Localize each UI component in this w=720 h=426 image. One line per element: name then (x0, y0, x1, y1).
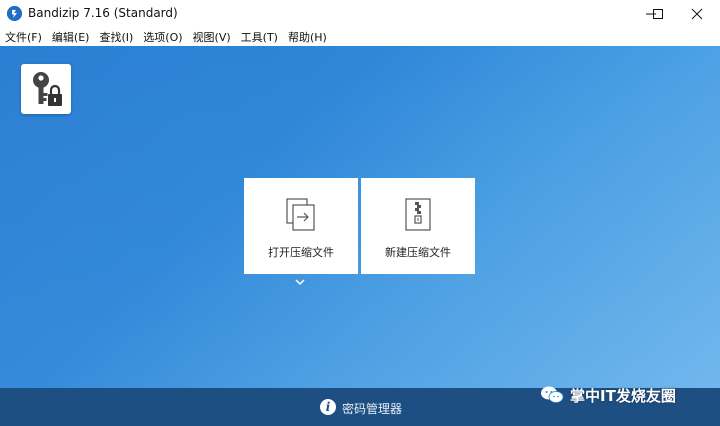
chevron-down-icon[interactable] (294, 278, 306, 286)
open-archive-tile[interactable]: 打开压缩文件 (244, 178, 358, 274)
menu-file[interactable]: 文件(F) (5, 29, 42, 45)
menu-tools[interactable]: 工具(T) (241, 29, 278, 45)
password-manager-link[interactable]: 密码管理器 (342, 400, 402, 417)
close-icon (691, 8, 703, 19)
password-manager-button[interactable] (21, 64, 71, 114)
menu-options[interactable]: 选项(O) (143, 29, 182, 45)
info-icon: i (320, 399, 336, 415)
main-area: 打开压缩文件 新建压缩文件 (0, 46, 720, 388)
watermark: 掌中IT发烧友圈 (540, 384, 676, 406)
wechat-icon (541, 386, 564, 403)
menu-help[interactable]: 帮助(H) (288, 29, 327, 45)
maximize-icon (653, 8, 663, 19)
new-archive-tile[interactable]: 新建压缩文件 (361, 178, 475, 274)
watermark-text: 掌中IT发烧友圈 (570, 386, 676, 405)
close-button[interactable] (674, 0, 720, 27)
menu-view[interactable]: 视图(V) (193, 29, 231, 45)
key-lock-icon (33, 72, 62, 106)
open-archive-label: 打开压缩文件 (268, 246, 334, 259)
menu-find[interactable]: 查找(I) (99, 29, 133, 45)
menu-edit[interactable]: 编辑(E) (52, 29, 90, 45)
menu-bar: 文件(F) 编辑(E) 查找(I) 选项(O) 视图(V) 工具(T) 帮助(H… (0, 27, 720, 46)
title-bar: Bandizip 7.16 (Standard) (0, 0, 720, 27)
window-title: Bandizip 7.16 (Standard) (28, 6, 178, 20)
new-archive-label: 新建压缩文件 (385, 246, 451, 259)
bandizip-app-icon (7, 6, 22, 21)
open-archive-icon (286, 198, 315, 231)
new-archive-icon (405, 198, 431, 231)
